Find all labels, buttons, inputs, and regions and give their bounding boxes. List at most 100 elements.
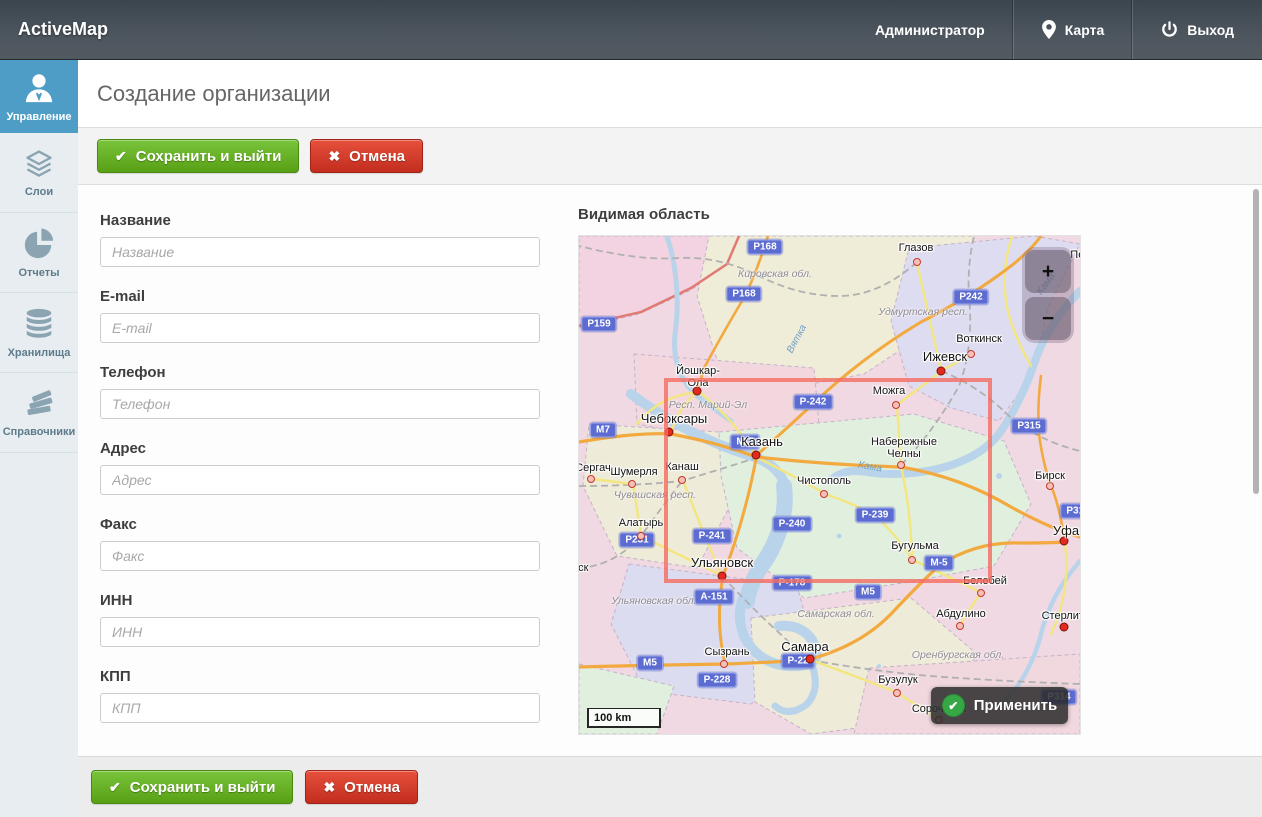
user-label: Администратор — [875, 22, 985, 38]
text-input[interactable] — [100, 389, 540, 419]
text-input[interactable] — [100, 617, 540, 647]
sidebar-item-management[interactable]: Управление — [0, 60, 78, 133]
road-badge: М5 — [637, 656, 663, 671]
road-badge: P315 — [1011, 419, 1046, 434]
bottom-toolbar: ✔ Сохранить и выйти ✖ Отмена — [78, 756, 1262, 817]
city-label: Абдулино — [936, 609, 986, 621]
city-dot — [720, 660, 728, 668]
sidebar-item-layers[interactable]: Слои — [0, 133, 78, 213]
zoom-in-button[interactable]: + — [1025, 250, 1071, 293]
city-dot — [956, 622, 964, 630]
road-badge: P242 — [953, 290, 988, 305]
city-dot — [637, 532, 645, 540]
city-dot — [806, 655, 815, 664]
city-label: Воткинск — [956, 334, 1002, 346]
road-badge: М5 — [855, 585, 881, 600]
text-input[interactable] — [100, 465, 540, 495]
save-label: Сохранить и выйти — [130, 779, 276, 796]
save-button-top[interactable]: ✔ Сохранить и выйти — [97, 139, 299, 173]
layers-icon — [21, 148, 57, 180]
region-label: Ульяновская обл. — [611, 595, 696, 607]
form-field: Адрес — [100, 440, 540, 495]
road-badge: Р-228 — [698, 673, 737, 688]
city-label: Шумерля — [610, 467, 657, 479]
text-input[interactable] — [100, 693, 540, 723]
database-icon — [22, 307, 56, 341]
sidebar-item-reports[interactable]: Отчеты — [0, 213, 78, 293]
text-input[interactable] — [100, 541, 540, 571]
cross-icon: ✖ — [323, 780, 335, 794]
city-label: Стерлитамак — [1042, 611, 1081, 623]
city-dot — [977, 589, 985, 597]
user-icon — [21, 71, 57, 105]
form-field: Факс — [100, 516, 540, 571]
city-label: Сызрань — [705, 647, 750, 659]
sidebar-item-label: Справочники — [3, 426, 76, 438]
sidebar-item-label: Отчеты — [18, 267, 59, 279]
map-link[interactable]: Карта — [1014, 0, 1133, 59]
zoom-out-button[interactable]: − — [1025, 297, 1071, 340]
cancel-button-bottom[interactable]: ✖ Отмена — [305, 770, 418, 804]
pie-chart-icon — [22, 227, 56, 261]
check-circle-icon: ✔ — [942, 694, 965, 717]
road-badge: P159 — [581, 317, 616, 332]
scale-label: 100 km — [594, 712, 631, 724]
region-label: Оренбургская обл. — [912, 649, 1004, 661]
sidebar-item-label: Хранилища — [8, 347, 71, 359]
field-label: Телефон — [100, 364, 540, 381]
main-area: Создание организации ✔ Сохранить и выйти… — [78, 60, 1262, 817]
text-input[interactable] — [100, 313, 540, 343]
scrollbar-thumb[interactable] — [1253, 189, 1259, 494]
form-field: КПП — [100, 668, 540, 723]
sidebar: Управление Слои Отчеты Хранилища Справоч… — [0, 60, 78, 817]
field-label: Адрес — [100, 440, 540, 457]
title-bar: Создание организации — [78, 60, 1262, 128]
page-title: Создание организации — [97, 81, 331, 107]
city-dot — [628, 480, 636, 488]
road-badge: P168 — [747, 240, 782, 255]
save-button-bottom[interactable]: ✔ Сохранить и выйти — [91, 770, 293, 804]
content-area: Название E-mail Телефон Адрес Факс ИНН К… — [78, 185, 1262, 757]
power-icon — [1161, 21, 1178, 38]
city-dot — [893, 689, 901, 697]
app-logo: ActiveMap — [18, 19, 108, 40]
field-label: E-mail — [100, 288, 540, 305]
field-label: КПП — [100, 668, 540, 685]
road-badge: Р315 — [1060, 504, 1081, 519]
map-canvas[interactable]: P168P168P242P159М7М-7Р-242P315Р-239Р-240… — [578, 235, 1081, 735]
cross-icon: ✖ — [328, 149, 340, 163]
logout-button[interactable]: Выход — [1133, 0, 1262, 59]
cancel-button-top[interactable]: ✖ Отмена — [310, 139, 423, 173]
organization-form: Название E-mail Телефон Адрес Факс ИНН К… — [100, 212, 540, 744]
sidebar-item-directories[interactable]: Справочники — [0, 373, 78, 453]
apply-button[interactable]: ✔ Применить — [931, 687, 1068, 724]
city-dot — [1046, 482, 1054, 490]
cancel-label: Отмена — [349, 148, 405, 165]
sidebar-item-storage[interactable]: Хранилища — [0, 293, 78, 373]
city-dot — [937, 367, 946, 376]
city-dot — [587, 475, 595, 483]
check-icon: ✔ — [109, 780, 121, 794]
road-badge: P168 — [726, 287, 761, 302]
logout-label: Выход — [1187, 22, 1234, 38]
city-dot — [913, 258, 921, 266]
visible-area-selection[interactable] — [664, 378, 992, 583]
road-badge: А-151 — [694, 590, 733, 605]
city-dot — [967, 350, 975, 358]
user-menu[interactable]: Администратор — [847, 0, 1013, 59]
map-scale-bar: 100 km — [587, 708, 661, 728]
city-label: Бирск — [1035, 471, 1065, 483]
field-label: Факс — [100, 516, 540, 533]
sidebar-item-label: Слои — [25, 186, 53, 198]
map-pin-icon — [1042, 20, 1056, 39]
visible-area-section: Видимая область — [578, 206, 1079, 735]
form-field: ИНН — [100, 592, 540, 647]
road-badge: М7 — [590, 423, 616, 438]
apply-label: Применить — [974, 697, 1057, 714]
cancel-label: Отмена — [344, 779, 400, 796]
city-label: Алатырь — [619, 518, 663, 530]
map-link-label: Карта — [1065, 22, 1105, 38]
city-label: Бузулук — [878, 675, 917, 687]
text-input[interactable] — [100, 237, 540, 267]
map-zoom-controls: + − — [1022, 247, 1074, 343]
